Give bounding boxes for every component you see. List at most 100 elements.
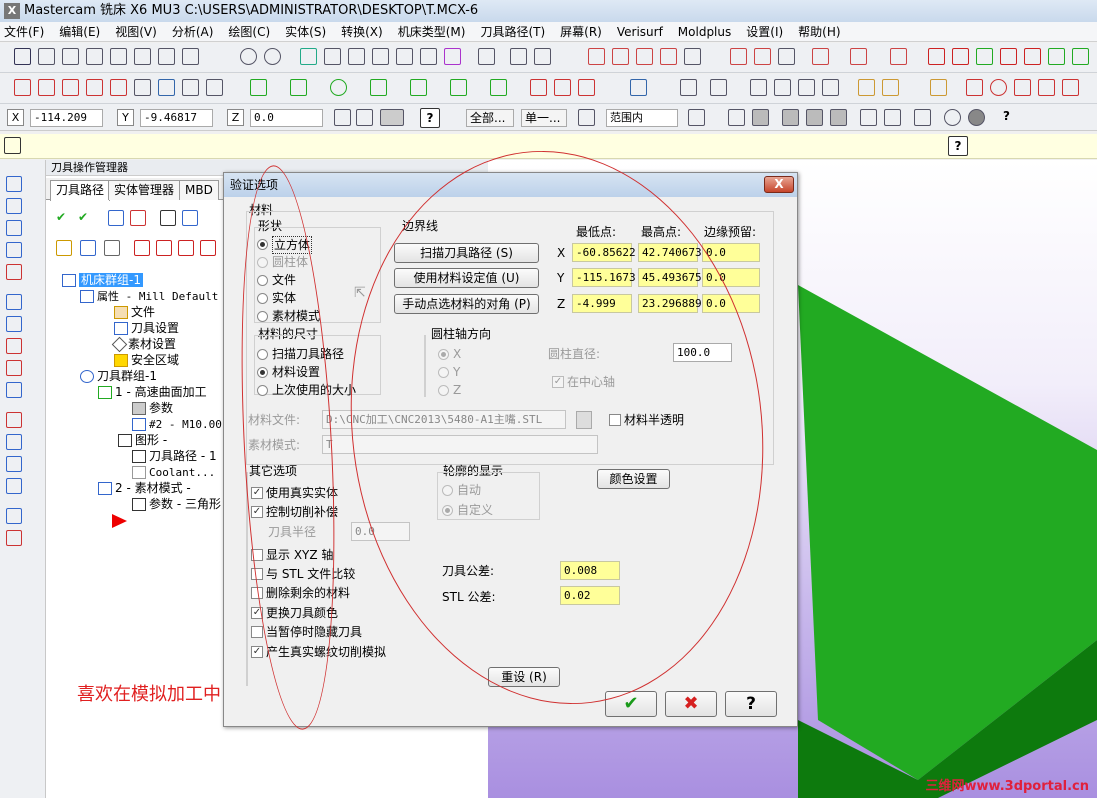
select-cursor-icon[interactable]: ⇱ [354,285,368,301]
toolbar2-icon-25[interactable] [798,79,815,96]
toolbar-icon-26[interactable] [928,48,945,65]
view-icon[interactable] [86,48,103,65]
level-icon[interactable] [380,109,404,126]
toolbar2-icon-29[interactable] [930,79,947,96]
tree-item[interactable]: 素材设置 [111,336,176,353]
tree-item[interactable]: #2 - M10.00 [132,416,222,432]
menu-edit[interactable]: 编辑(E) [59,23,100,40]
point-icon[interactable] [250,79,267,96]
toolbar-icon-9[interactable] [396,48,413,65]
disable-icon[interactable] [944,109,961,126]
true-thread-checkbox[interactable]: ✓ [251,646,263,658]
left-tool-icon-11[interactable] [6,412,22,428]
toolbar-icon-32[interactable] [1072,48,1089,65]
tab-toolpaths[interactable]: 刀具路径 [50,180,111,201]
toolbar-icon-g[interactable] [884,109,901,126]
cylinder-icon[interactable] [490,79,507,96]
verify-icon[interactable] [182,210,198,226]
toolbar2-icon-21[interactable] [680,79,697,96]
toolbar2-icon-33[interactable] [1038,79,1055,96]
menu-view[interactable]: 视图(V) [115,23,157,40]
toolbar-icon-a[interactable] [688,109,705,126]
toolbar-icon-20[interactable] [730,48,747,65]
toolbar-icon-21[interactable] [754,48,771,65]
left-tool-icon-15[interactable] [6,508,22,524]
left-tool-icon-14[interactable] [6,478,22,494]
ghost-icon[interactable] [104,240,120,256]
view-icon-2[interactable] [110,48,127,65]
fillet-icon[interactable] [370,79,387,96]
print-preview-icon[interactable] [182,48,199,65]
tab-mbd[interactable]: MBD [179,180,219,200]
toolbar-icon-f[interactable] [860,109,877,126]
select-all-button[interactable]: 全部... [466,109,514,127]
toolbar-pin-icon[interactable] [356,109,373,126]
toolbar-icon-22[interactable] [778,48,795,65]
toolbar2-icon-24[interactable] [774,79,791,96]
selection-mode-icon[interactable] [578,109,595,126]
view-icon-3[interactable] [134,48,151,65]
menu-xform[interactable]: 转换(X) [341,23,383,40]
z-coord-input[interactable]: 0.0 [250,109,323,127]
toolbar2-icon-20[interactable] [630,79,647,96]
toolbar-icon-h[interactable] [914,109,931,126]
left-tool-icon-8[interactable] [6,338,22,354]
print-icon[interactable] [158,48,175,65]
open-icon[interactable] [38,48,55,65]
close-button[interactable]: X [764,176,794,193]
toolbar-icon-e[interactable] [830,109,847,126]
toolbar2-icon-23[interactable] [750,79,767,96]
backplot-icon[interactable] [160,210,176,226]
menu-create[interactable]: 绘图(C) [228,23,270,40]
toolbar-icon-25[interactable] [890,48,907,65]
tree-item[interactable]: 图形 - [118,432,167,448]
toolbar2-icon-28[interactable] [882,79,899,96]
down-arrow-icon[interactable] [134,240,150,256]
toolbar-icon-30[interactable] [1024,48,1041,65]
cancel-button[interactable]: ✖ [665,691,717,717]
menu-toolpaths[interactable]: 刀具路径(T) [480,23,545,40]
up-arrow-icon[interactable] [156,240,172,256]
chamfer-icon[interactable] [410,79,427,96]
toolbar-icon-14[interactable] [534,48,551,65]
toolbar-icon-17[interactable] [636,48,653,65]
toolbar2-icon-30[interactable] [966,79,983,96]
left-tool-icon-16[interactable] [6,530,22,546]
menu-moldplus[interactable]: Moldplus [678,25,731,39]
toolbar-icon-31[interactable] [1048,48,1065,65]
left-tool-icon-9[interactable] [6,360,22,376]
menu-file[interactable]: 文件(F) [4,23,44,40]
range-select[interactable]: 范围内 [606,109,678,127]
cursor-icon[interactable] [728,109,745,126]
toolbar2-icon-32[interactable] [1014,79,1031,96]
left-tool-icon-13[interactable] [6,456,22,472]
toolbar-icon-8[interactable] [372,48,389,65]
toolbar-icon-15[interactable] [588,48,605,65]
toolbar-icon-16[interactable] [612,48,629,65]
menu-verisurf[interactable]: Verisurf [617,25,663,39]
left-tool-icon-12[interactable] [6,434,22,450]
wave-icon[interactable] [80,240,96,256]
tree-item[interactable]: 1 - 高速曲面加工 [98,384,207,400]
tree-item[interactable]: 机床群组-1 [62,272,143,288]
left-tool-icon-1[interactable] [6,176,22,192]
new-icon[interactable] [62,48,79,65]
toolbar-icon-13[interactable] [510,48,527,65]
left-tool-icon-10[interactable] [6,382,22,398]
tree-item[interactable]: 刀具群组-1 [80,368,157,384]
toolbar2-icon-4[interactable] [86,79,103,96]
toolbar-icon-c[interactable] [782,109,799,126]
rectangle-icon[interactable] [450,79,467,96]
toolbar-icon-27[interactable] [952,48,969,65]
toolbar-icon-6[interactable] [324,48,341,65]
toolbar2-icon-26[interactable] [822,79,839,96]
select-all-ops-icon[interactable]: ✔ [56,210,72,226]
tree-item[interactable]: 刀具设置 [114,320,179,336]
toolbar-icon-24[interactable] [850,48,867,65]
toolbar-icon-23[interactable] [812,48,829,65]
tree-item[interactable]: 刀具路径 - 1 [132,448,217,464]
tree-item[interactable]: 属性 - Mill Default [80,288,218,304]
tree-item[interactable]: 安全区域 [114,352,179,368]
menu-settings[interactable]: 设置(I) [746,23,783,40]
menu-machine-type[interactable]: 机床类型(M) [398,23,466,40]
